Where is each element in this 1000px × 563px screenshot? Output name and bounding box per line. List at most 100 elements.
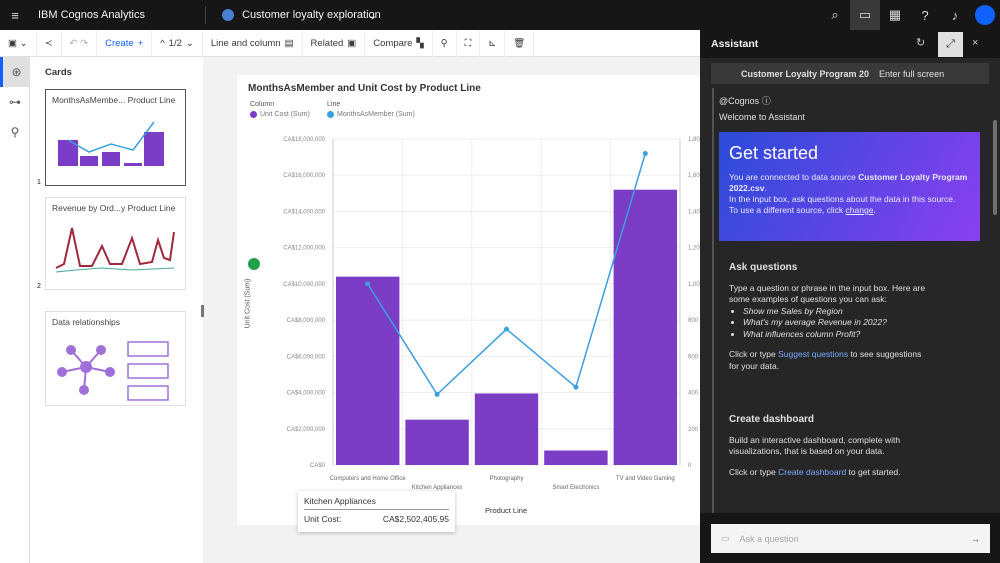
card-3[interactable]: Data relationships <box>45 311 186 406</box>
undo-redo[interactable]: ↶ ↷ <box>62 29 98 57</box>
hierarchy-icon[interactable]: ⊶ <box>0 87 30 117</box>
send-icon[interactable]: → <box>971 534 980 544</box>
pin-icon[interactable]: ⚲ <box>0 117 30 147</box>
tooltip-value: CA$2,502,405.95 <box>382 514 449 524</box>
example-question[interactable]: Show me Sales by Region <box>743 306 929 318</box>
y2-tick-label: 200 <box>688 427 699 433</box>
text: Click or type <box>729 349 779 359</box>
text: You are connected to data source <box>729 172 859 182</box>
cards-icon[interactable]: ⊛ <box>0 57 30 87</box>
bar[interactable] <box>336 276 400 465</box>
y2-tick-label: 600 <box>688 354 699 360</box>
focus-icon[interactable]: ⛶ <box>457 29 481 57</box>
suggest-questions-link[interactable]: Suggest questions <box>778 349 848 359</box>
data-source-button[interactable]: Customer Loyalty Program 20 Enter full sc… <box>711 63 989 84</box>
text: Click or type <box>729 466 779 477</box>
chart-icon[interactable]: ⊾ <box>480 29 506 57</box>
input-placeholder: Ask a question <box>739 533 799 544</box>
data-relationships-icon <box>57 341 169 401</box>
get-started-title: Get started <box>729 143 819 163</box>
card-title: Data relationships <box>52 317 121 327</box>
chevron-down-icon[interactable]: ⌄ <box>368 9 377 22</box>
y-tick-label: CA$10,000,000 <box>283 282 325 288</box>
change-link[interactable]: change <box>846 205 874 215</box>
delete-icon[interactable]: 🗑 <box>505 29 535 57</box>
page-indicator: 1/2 <box>168 37 182 49</box>
tooltip-category: Kitchen Appliances <box>304 496 449 510</box>
y-tick-label: CA$2,000,000 <box>287 427 326 433</box>
text: To use a different source, click <box>729 205 846 215</box>
reset-icon[interactable]: ↻ <box>916 36 925 49</box>
text: to get started. <box>846 466 901 477</box>
notification-icon[interactable]: ♪ <box>940 0 970 30</box>
card-title: MonthsAsMembe... Product Line <box>52 95 176 105</box>
workspace-title[interactable]: Customer loyalty exploration <box>242 9 381 21</box>
y2-tick-label: 1,800 <box>688 137 700 143</box>
scrollbar[interactable] <box>993 120 997 215</box>
bar[interactable] <box>405 419 469 465</box>
assistant-title: Assistant <box>711 38 759 50</box>
y2-tick-label: 1,400 <box>688 209 700 215</box>
y2-tick-label: 1,000 <box>688 282 700 288</box>
viz-type-button[interactable]: Line and column ▤ <box>203 29 303 57</box>
x-tick-label: Smart Electronics <box>552 485 599 491</box>
related-button[interactable]: Related ▣ <box>303 29 366 57</box>
section-title: Ask questions <box>729 262 798 273</box>
text: . <box>873 205 876 215</box>
example-question[interactable]: What influences column Profit? <box>743 329 929 341</box>
series-line <box>367 153 647 396</box>
card-2[interactable]: Revenue by Ord...y Product Line <box>45 197 186 290</box>
y-tick-label: CA$18,000,000 <box>283 137 325 143</box>
viz-type-label: Line and column <box>210 37 281 49</box>
y-tick-label: CA$8,000,000 <box>287 318 326 324</box>
y2-tick-label: 1,600 <box>688 173 700 179</box>
create-button[interactable]: Create + <box>97 29 153 57</box>
fullscreen-button[interactable]: ⤢ <box>938 32 963 57</box>
page-nav[interactable]: ^ 1/2 ⌄ <box>152 29 203 57</box>
get-started-card: Get started You are connected to data so… <box>719 132 980 241</box>
top-bar: ≡ IBM Cognos Analytics Customer loyalty … <box>0 0 1000 30</box>
pin-icon[interactable]: ⚲ <box>433 29 457 57</box>
text: . <box>764 183 767 193</box>
info-icon[interactable]: ⓘ <box>762 96 771 106</box>
line-point[interactable] <box>504 326 509 332</box>
menu-icon[interactable]: ≡ <box>0 0 30 30</box>
example-question[interactable]: What's my average Revenue in 2022? <box>743 317 929 329</box>
search-icon[interactable]: ⌕ <box>820 0 850 30</box>
y-tick-label: CA$6,000,000 <box>287 354 326 360</box>
compare-button[interactable]: Compare ▚ <box>365 29 433 57</box>
create-dashboard-section: Create dashboard Build an interactive da… <box>729 414 929 478</box>
text: Build an interactive dashboard, complete… <box>729 434 901 457</box>
line-point[interactable] <box>434 391 440 397</box>
save-icon[interactable]: ▣ ⌄ <box>0 29 37 57</box>
help-icon[interactable]: ? <box>910 0 940 30</box>
text: In the input box, ask questions about th… <box>729 194 956 204</box>
chart-svg: CA$0 0 CA$2,000,000 200 CA$4,000,000 400 CA$6,… <box>283 137 700 491</box>
ask-question-input[interactable]: ▭ Ask a question → <box>711 524 990 553</box>
user-avatar-icon[interactable] <box>970 0 1000 30</box>
chat-icon[interactable]: ▭ <box>850 0 880 30</box>
tooltip-label: Unit Cost: <box>304 514 342 524</box>
chart-tooltip: Kitchen Appliances Unit Cost: CA$2,502,40… <box>298 491 455 532</box>
fullscreen-tooltip: Enter full screen <box>879 68 945 79</box>
y-tick-label: CA$14,000,000 <box>283 209 325 215</box>
panel-resize-handle[interactable] <box>201 305 204 317</box>
create-dashboard-link[interactable]: Create dashboard <box>778 467 846 477</box>
x-tick-label: Computers and Home Office <box>330 476 407 482</box>
close-icon[interactable]: × <box>972 37 978 49</box>
section-title: Create dashboard <box>729 414 815 425</box>
dashboard-icon[interactable]: ▦ <box>880 0 910 30</box>
side-rail: ⊛ ⊶ ⚲ <box>0 57 30 563</box>
line-point[interactable] <box>573 384 579 390</box>
bar[interactable] <box>474 393 539 465</box>
bar[interactable] <box>544 450 608 465</box>
chart-card: MonthsAsMember and Unit Cost by Product … <box>237 75 700 532</box>
card-1[interactable]: MonthsAsMembe... Product Line <box>45 89 186 186</box>
bar[interactable] <box>613 189 677 465</box>
share-icon[interactable]: ≺ <box>37 29 62 57</box>
line-point[interactable] <box>365 281 371 287</box>
y-tick-label: CA$16,000,000 <box>283 173 325 179</box>
line-point[interactable] <box>642 150 648 156</box>
y-tick-label: CA$12,000,000 <box>283 246 325 252</box>
x-tick-label: Photography <box>489 476 523 482</box>
